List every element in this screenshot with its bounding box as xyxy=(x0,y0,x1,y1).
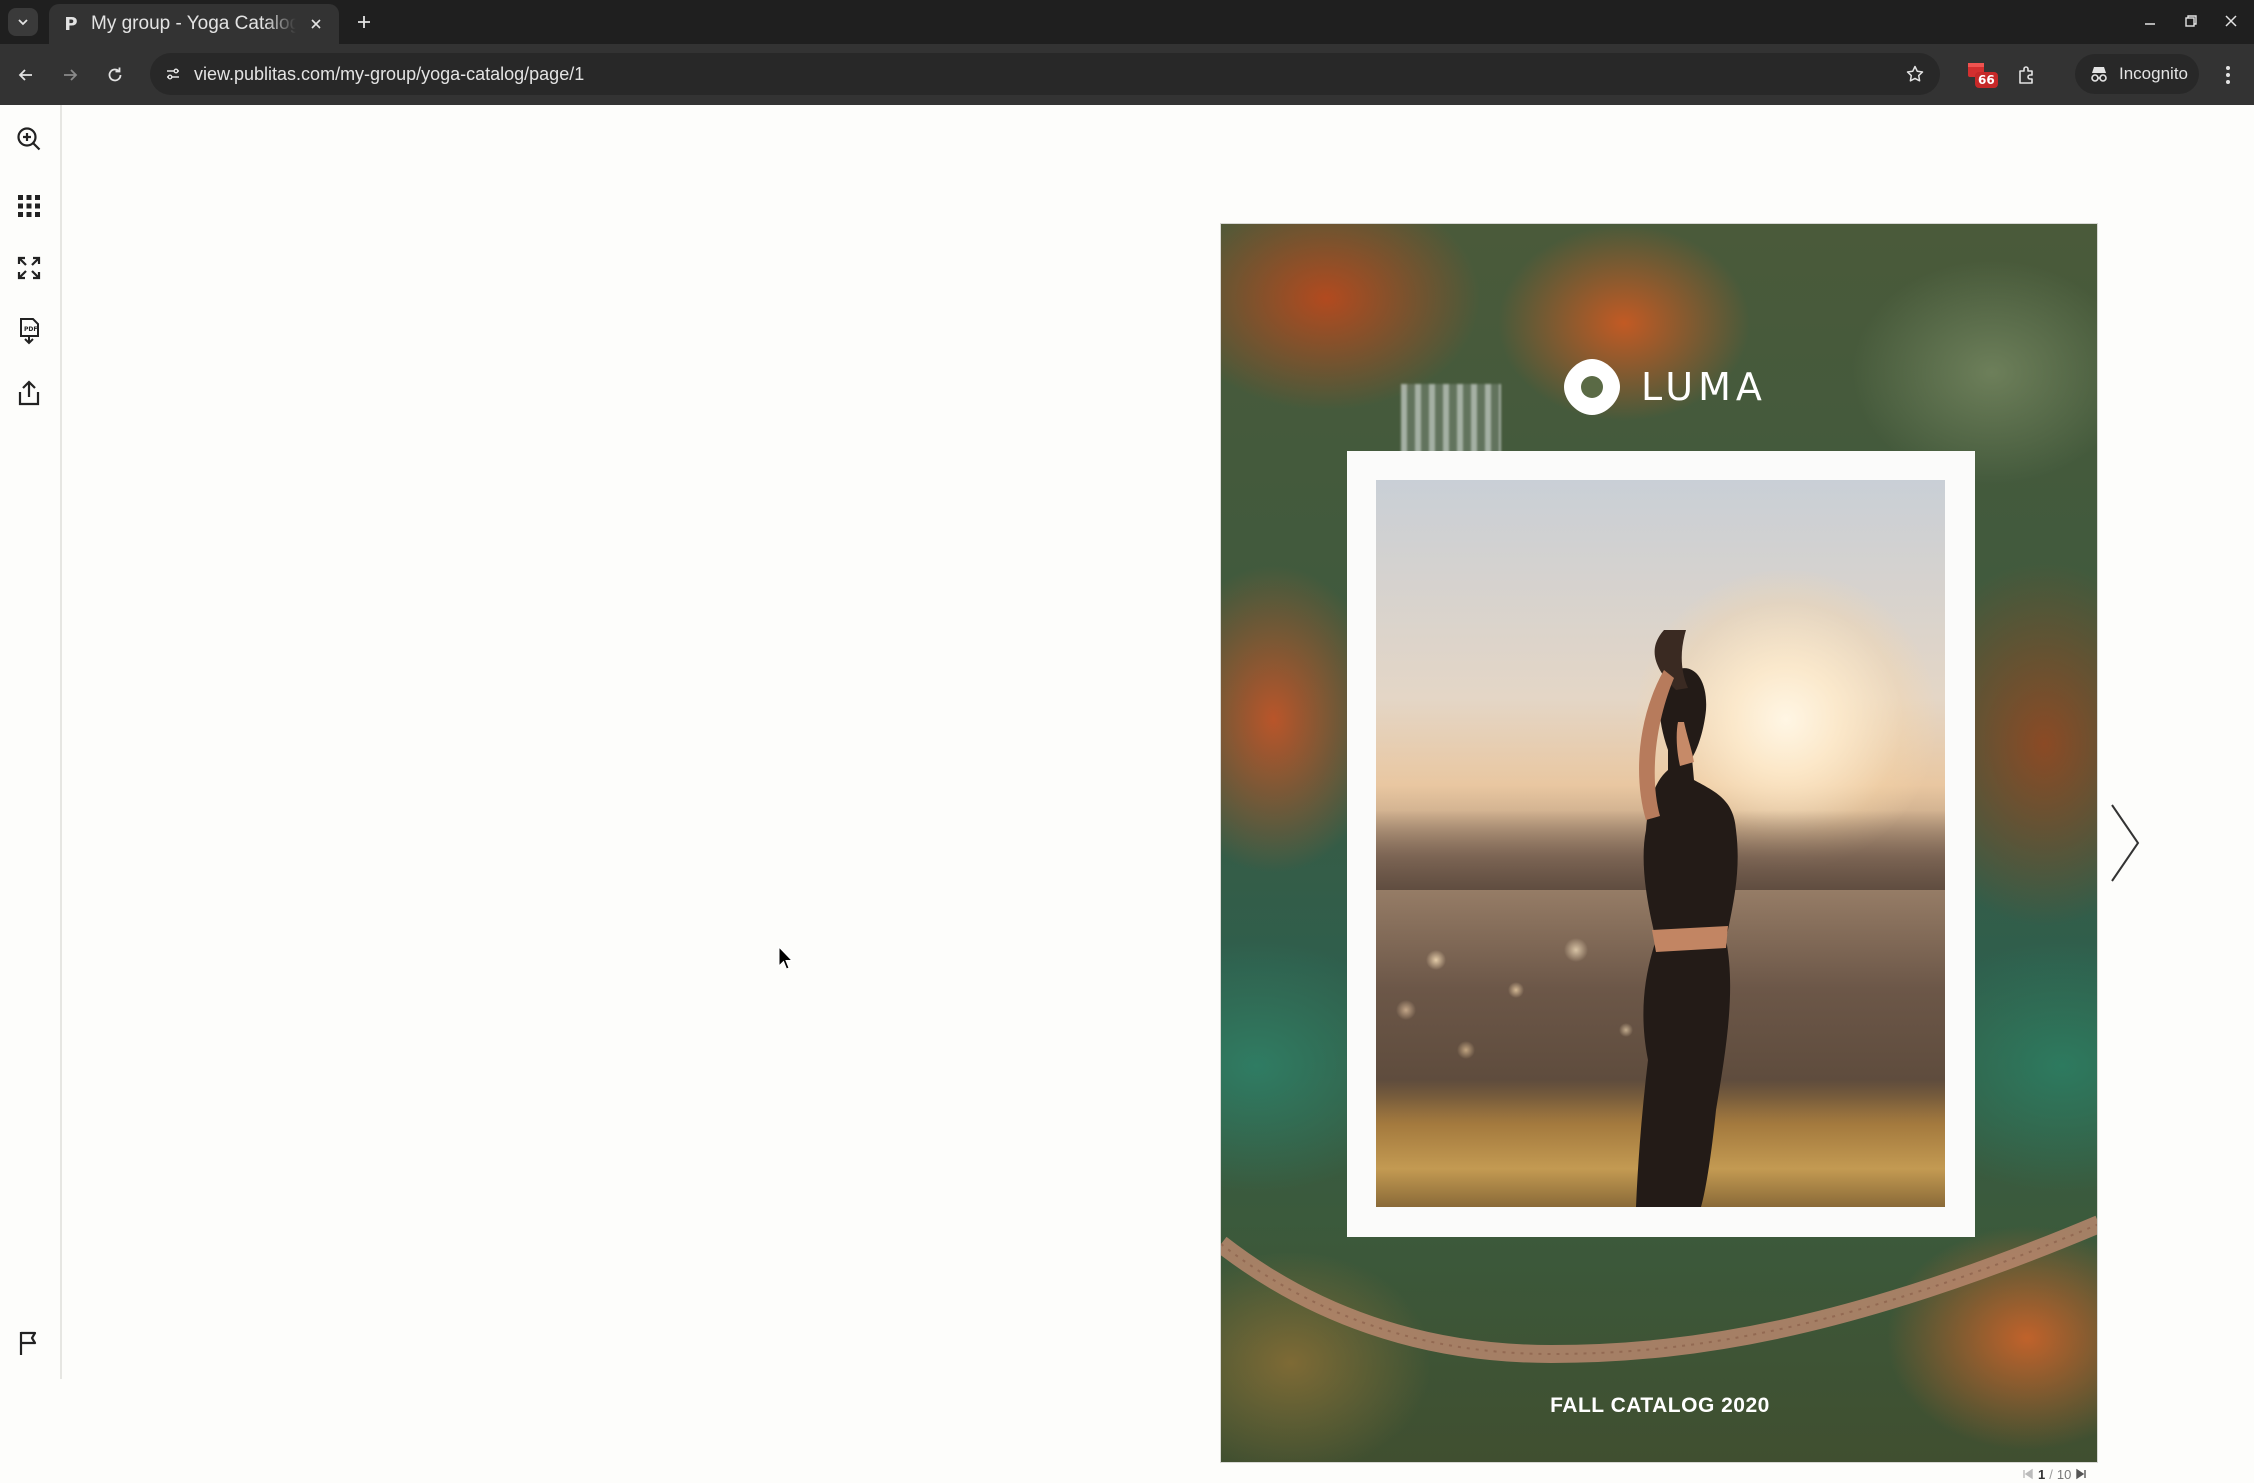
flag-icon xyxy=(19,1331,37,1355)
puzzle-icon xyxy=(2019,66,2033,84)
forward-button[interactable] xyxy=(54,59,86,91)
close-icon xyxy=(311,19,321,29)
next-page-button[interactable] xyxy=(2108,801,2142,885)
zoom-in-icon xyxy=(17,127,41,151)
grid-view-button[interactable] xyxy=(13,190,45,222)
arrow-left-icon xyxy=(18,69,32,81)
share-icon xyxy=(18,380,40,406)
zoom-in-button[interactable] xyxy=(13,123,45,155)
luma-logo-icon xyxy=(1564,359,1620,415)
extensions-menu-button[interactable] xyxy=(2011,59,2043,91)
page-separator: / xyxy=(2049,1466,2053,1482)
reload-icon xyxy=(108,67,122,82)
mouse-cursor-icon xyxy=(778,946,794,970)
incognito-icon xyxy=(2091,67,2107,82)
luma-logo: LUMA xyxy=(1561,356,1767,418)
restore-window-button[interactable] xyxy=(2174,8,2208,34)
current-page: 1 xyxy=(2038,1466,2046,1482)
browser-tab-active[interactable]: P My group - Yoga Catalog xyxy=(49,4,339,44)
tab-close-button[interactable] xyxy=(305,13,327,35)
brand-name: LUMA xyxy=(1641,365,1767,409)
more-vertical-icon xyxy=(2226,66,2230,84)
svg-text:PDF: PDF xyxy=(24,326,37,333)
extension-badge-count: 66 xyxy=(1975,72,1998,88)
report-button[interactable] xyxy=(13,1327,45,1359)
grid-icon xyxy=(18,195,40,217)
tune-icon xyxy=(167,68,179,80)
catalog-cover-page[interactable]: LUMA FALL CATALOG 2020 xyxy=(1220,223,2098,1463)
close-icon xyxy=(2225,15,2237,27)
incognito-label: Incognito xyxy=(2119,64,2188,83)
reload-button[interactable] xyxy=(99,59,131,91)
browser-tab-bar: P My group - Yoga Catalog xyxy=(0,0,2254,44)
woman-silhouette xyxy=(1636,630,1738,1207)
close-window-button[interactable] xyxy=(2214,8,2248,34)
arrow-right-icon xyxy=(64,69,78,81)
url-text[interactable]: view.publitas.com/my-group/yoga-catalog/… xyxy=(194,64,584,85)
browser-menu-button[interactable] xyxy=(2212,59,2244,91)
bookmark-button[interactable] xyxy=(1900,59,1930,89)
first-page-icon[interactable] xyxy=(2022,1468,2034,1480)
fullscreen-button[interactable] xyxy=(13,252,45,284)
total-pages: 10 xyxy=(2056,1466,2072,1482)
minimize-icon xyxy=(2145,23,2155,25)
viewer-stage: LUMA FALL CATALOG 2020 1 / 10 xyxy=(62,105,2254,1482)
cover-photo-frame xyxy=(1347,451,1975,1237)
incognito-indicator[interactable]: Incognito xyxy=(2075,54,2199,94)
cover-photo xyxy=(1376,480,1945,1207)
viewer-sidebar: PDF xyxy=(0,105,62,1379)
tab-search-button[interactable] xyxy=(8,8,38,36)
browser-toolbar: view.publitas.com/my-group/yoga-catalog/… xyxy=(0,44,2254,105)
catalog-title: FALL CATALOG 2020 xyxy=(1550,1394,1770,1417)
back-button[interactable] xyxy=(10,59,42,91)
restore-icon xyxy=(2185,15,2197,27)
pdf-download-icon: PDF xyxy=(20,318,39,345)
share-button[interactable] xyxy=(13,377,45,409)
new-tab-button[interactable] xyxy=(350,8,378,36)
chevron-right-icon xyxy=(2111,804,2140,882)
page-counter: 1 / 10 xyxy=(2022,1465,2087,1483)
tab-title: My group - Yoga Catalog xyxy=(91,13,296,34)
chevron-down-icon xyxy=(18,19,28,26)
plus-icon xyxy=(358,16,370,28)
minimize-window-button[interactable] xyxy=(2133,8,2167,34)
address-bar[interactable]: view.publitas.com/my-group/yoga-catalog/… xyxy=(150,53,1940,95)
publitas-p-icon: P xyxy=(64,13,78,35)
last-page-icon[interactable] xyxy=(2075,1468,2087,1480)
star-icon xyxy=(1906,65,1924,82)
pdf-download-button[interactable]: PDF xyxy=(13,315,45,347)
fullscreen-icon xyxy=(17,256,41,280)
extension-button[interactable]: 66 xyxy=(1965,58,1998,90)
site-info-button[interactable] xyxy=(158,59,188,89)
